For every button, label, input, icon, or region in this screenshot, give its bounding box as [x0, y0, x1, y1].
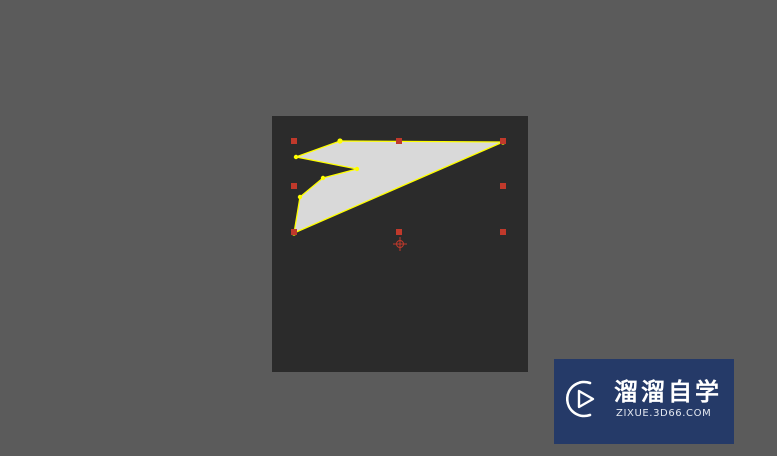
handle-middle-right[interactable]	[500, 183, 506, 189]
watermark-title: 溜溜自学	[614, 378, 722, 406]
anchor-point[interactable]	[293, 154, 299, 160]
play-logo-icon	[566, 380, 595, 418]
handle-bottom-center[interactable]	[396, 229, 402, 235]
handle-top-center[interactable]	[396, 138, 402, 144]
watermark-url: ZIXUE.3D66.COM	[616, 408, 712, 419]
watermark-badge: 溜溜自学 ZIXUE.3D66.COM	[554, 359, 734, 444]
crosshair-icon[interactable]	[393, 237, 407, 251]
handle-middle-left[interactable]	[291, 183, 297, 189]
handle-top-right[interactable]	[500, 138, 506, 144]
handle-top-left[interactable]	[291, 138, 297, 144]
anchor-point[interactable]	[337, 138, 343, 144]
handle-bottom-left[interactable]	[291, 229, 297, 235]
anchor-point[interactable]	[320, 175, 326, 181]
anchor-point[interactable]	[297, 194, 303, 200]
selected-shape[interactable]	[293, 140, 504, 235]
editor-viewport[interactable]: 溜溜自学 ZIXUE.3D66.COM	[0, 0, 777, 456]
anchor-point[interactable]	[354, 166, 360, 172]
handle-bottom-right[interactable]	[500, 229, 506, 235]
